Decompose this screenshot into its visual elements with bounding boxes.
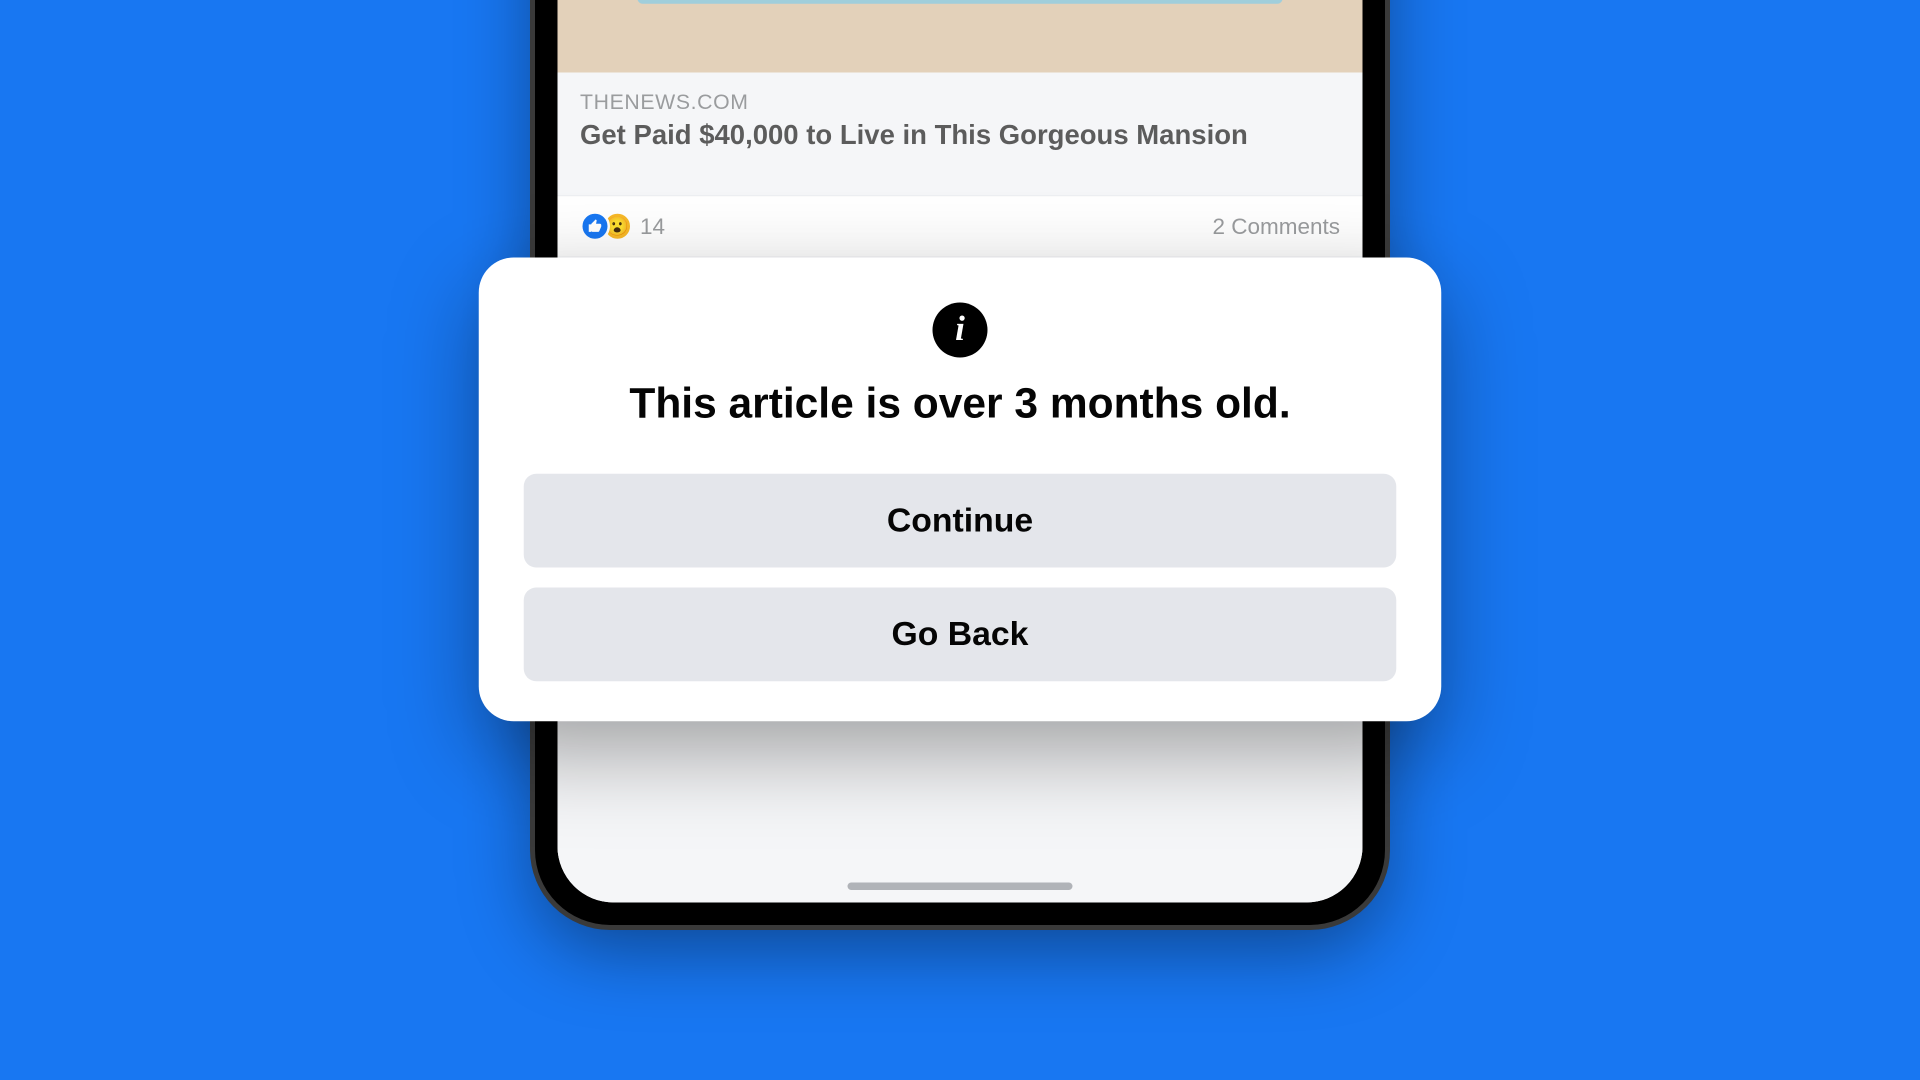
continue-button[interactable]: Continue bbox=[524, 474, 1397, 568]
go-back-button[interactable]: Go Back bbox=[524, 588, 1397, 682]
like-reaction-icon bbox=[580, 211, 610, 241]
info-icon: i bbox=[933, 303, 988, 358]
home-indicator[interactable] bbox=[848, 883, 1073, 891]
article-age-warning-modal: i This article is over 3 months old. Con… bbox=[479, 258, 1442, 722]
modal-title: This article is over 3 months old. bbox=[524, 380, 1397, 429]
